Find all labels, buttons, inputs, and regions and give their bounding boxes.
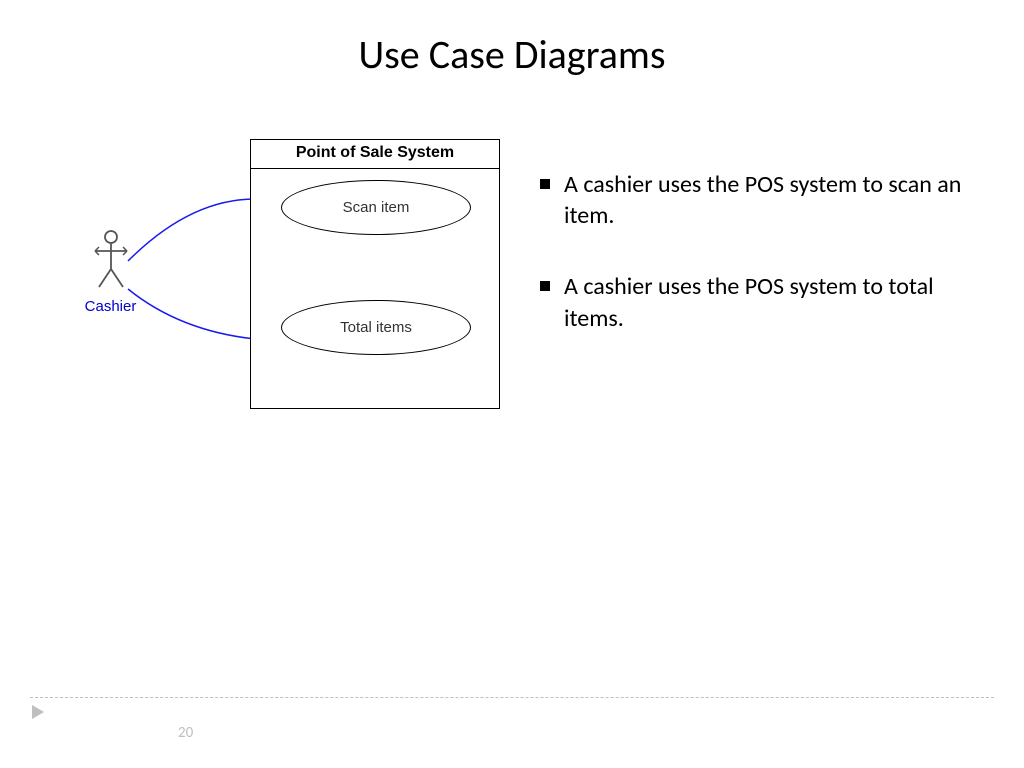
- actor-cashier: Cashier: [78, 229, 143, 315]
- content-area: Cashier Point of Sale System Scan item T…: [0, 99, 1024, 439]
- use-case-scan-item: Scan item: [281, 180, 471, 235]
- actor-label: Cashier: [78, 298, 143, 315]
- bullet-text: A cashier uses the POS system to scan an…: [564, 169, 964, 231]
- bullet-text: A cashier uses the POS system to total i…: [564, 271, 964, 333]
- list-item: A cashier uses the POS system to total i…: [540, 271, 964, 333]
- stick-figure-icon: [91, 229, 131, 291]
- play-triangle-icon: [30, 702, 46, 726]
- list-item: A cashier uses the POS system to scan an…: [540, 169, 964, 231]
- system-title: Point of Sale System: [251, 140, 499, 169]
- slide-title: Use Case Diagrams: [0, 0, 1024, 99]
- footer-divider: [30, 697, 994, 698]
- use-case-total-items: Total items: [281, 300, 471, 355]
- square-bullet-icon: [540, 281, 550, 291]
- square-bullet-icon: [540, 179, 550, 189]
- use-case-diagram: Cashier Point of Sale System Scan item T…: [60, 139, 520, 439]
- bullet-list: A cashier uses the POS system to scan an…: [520, 139, 964, 439]
- page-number: 20: [178, 724, 193, 742]
- system-boundary: Point of Sale System Scan item Total ite…: [250, 139, 500, 409]
